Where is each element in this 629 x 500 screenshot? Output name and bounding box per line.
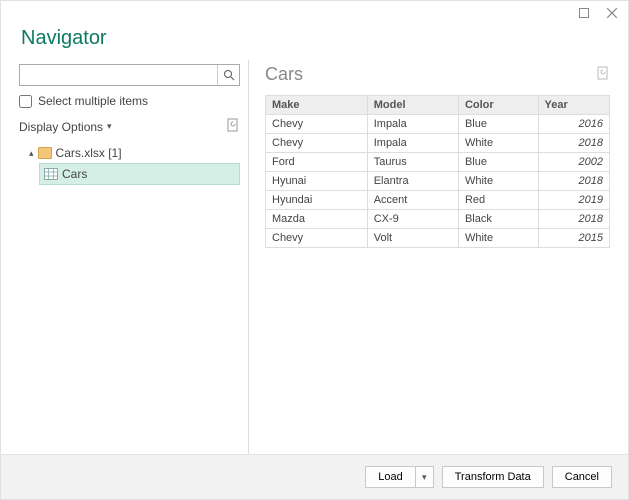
table-cell: Impala [367,115,458,134]
preview-table: MakeModelColorYear ChevyImpalaBlue2016Ch… [265,95,610,248]
table-row[interactable]: ChevyVoltWhite2015 [266,229,610,248]
search-icon[interactable] [217,65,239,85]
select-multiple-row[interactable]: Select multiple items [19,94,240,108]
table-row[interactable]: ChevyImpalaBlue2016 [266,115,610,134]
table-cell: 2018 [538,134,609,153]
close-icon[interactable] [604,5,620,21]
column-header: Year [538,96,609,115]
column-header: Color [458,96,538,115]
tree-root-item[interactable]: ▴ Cars.xlsx [1] [25,143,240,163]
table-cell: White [458,172,538,191]
table-cell: Chevy [266,134,368,153]
search-input[interactable] [20,65,217,85]
transform-data-button[interactable]: Transform Data [442,466,544,488]
caret-down-icon: ▴ [29,148,34,159]
table-cell: CX-9 [367,210,458,229]
table-cell: Accent [367,191,458,210]
table-cell: Mazda [266,210,368,229]
table-cell: Taurus [367,153,458,172]
maximize-icon[interactable] [576,5,592,21]
search-box[interactable] [19,64,240,86]
table-row[interactable]: HyundaiAccentRed2019 [266,191,610,210]
load-button[interactable]: Load [365,466,415,488]
table-cell: Chevy [266,229,368,248]
table-cell: Hyundai [266,191,368,210]
column-header: Make [266,96,368,115]
left-panel: Select multiple items Display Options ▾ … [1,60,249,455]
table-cell: 2002 [538,153,609,172]
table-cell: Red [458,191,538,210]
table-cell: Blue [458,115,538,134]
folder-icon [38,147,52,159]
preview-refresh-icon[interactable] [596,66,610,83]
table-cell: 2018 [538,172,609,191]
display-options-dropdown[interactable]: Display Options ▾ [19,120,112,134]
load-dropdown-arrow[interactable]: ▾ [416,466,434,488]
refresh-icon[interactable] [226,118,240,135]
titlebar [1,1,628,25]
table-row[interactable]: FordTaurusBlue2002 [266,153,610,172]
table-cell: Hyunai [266,172,368,191]
table-cell: White [458,134,538,153]
tree-leaf-label: Cars [62,167,87,181]
table-cell: 2018 [538,210,609,229]
table-cell: 2015 [538,229,609,248]
table-row[interactable]: ChevyImpalaWhite2018 [266,134,610,153]
table-cell: 2019 [538,191,609,210]
chevron-down-icon: ▾ [107,121,112,132]
table-cell: Black [458,210,538,229]
table-row[interactable]: HyunaiElantraWhite2018 [266,172,610,191]
tree-leaf-item[interactable]: Cars [39,163,240,185]
table-cell: White [458,229,538,248]
load-split-button[interactable]: Load ▾ [365,466,433,488]
header: Navigator [1,25,628,60]
table-cell: Chevy [266,115,368,134]
column-header: Model [367,96,458,115]
select-multiple-label: Select multiple items [38,94,148,108]
table-cell: Volt [367,229,458,248]
table-cell: 2016 [538,115,609,134]
right-panel: Cars MakeModelColorYear ChevyImpalaBlue2… [249,60,628,455]
table-cell: Elantra [367,172,458,191]
footer: Load ▾ Transform Data Cancel [1,454,628,499]
page-title: Navigator [21,27,608,50]
table-cell: Impala [367,134,458,153]
select-multiple-checkbox[interactable] [19,95,32,108]
display-options-label: Display Options [19,120,103,134]
table-icon [44,168,58,180]
table-cell: Blue [458,153,538,172]
cancel-button[interactable]: Cancel [552,466,612,488]
table-cell: Ford [266,153,368,172]
preview-title: Cars [265,64,303,85]
tree-root-label: Cars.xlsx [1] [56,146,122,160]
table-row[interactable]: MazdaCX-9Black2018 [266,210,610,229]
